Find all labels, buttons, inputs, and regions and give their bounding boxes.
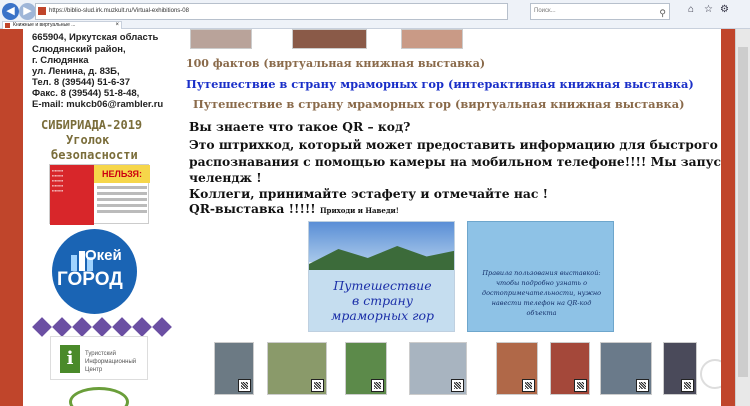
qr-intro-text: Вы знаете что такое QR – код?: [189, 119, 411, 134]
gear-icon[interactable]: ⚙: [720, 4, 729, 15]
exhibition-photo[interactable]: [292, 29, 367, 49]
search-icon[interactable]: ⚲: [659, 6, 666, 21]
rules-text: Правила пользования выставкой: чтобы под…: [481, 269, 602, 317]
tourist-info-center-logo[interactable]: i Туристский Информационный Центр: [50, 336, 148, 380]
safety-corner-title[interactable]: Уголок: [66, 133, 109, 147]
diamond-icon: [132, 317, 152, 337]
poster-red-panel: ▪▪▪▪▪▪▪▪ ▪▪▪▪▪▪▪▪ ▪▪▪▪▪▪▪▪ ▪▪▪▪▪▪▪▪ ▪▪▪▪▪▪▪▪: [50, 165, 94, 225]
qr-exhibition-line: QR-выставка !!!!! Приходи и Наведи!: [189, 201, 399, 216]
scroll-up-button[interactable]: [700, 359, 721, 389]
diamond-icon: [52, 317, 72, 337]
qr-text-line: Коллеги, принимайте эстафету и отмечайте…: [189, 186, 549, 201]
phone-line: Тел. 8 (39544) 51-6-37: [32, 77, 130, 88]
qr-exhibition-title: QR-выставка !!!!!: [189, 201, 320, 216]
poster-title-line: Путешествие: [333, 278, 432, 293]
address-line: Слюдянский район,: [32, 44, 126, 55]
tic-text: Туристский Информационный Центр: [85, 351, 137, 373]
address-line: ул. Ленина, д. 83Б,: [32, 66, 120, 77]
favorites-star-icon[interactable]: ☆: [704, 4, 713, 15]
okey-logo-word: Окей: [85, 247, 122, 264]
qr-text-line: распознавания с помощью камеры на мобиль…: [189, 154, 721, 169]
poster-list: [97, 186, 147, 216]
qr-code-icon: [238, 379, 251, 392]
object-photo[interactable]: [345, 342, 387, 395]
qr-exhibition-slogan: Приходи и Наведи!: [319, 206, 399, 215]
object-photo[interactable]: [496, 342, 538, 395]
scrollbar-thumb[interactable]: [738, 47, 748, 377]
address-line: г. Слюдянка: [32, 55, 89, 66]
qr-text-line: челендж !: [189, 170, 262, 185]
exhibition-rules-poster[interactable]: Правила пользования выставкой: чтобы под…: [467, 221, 614, 332]
address-bar[interactable]: https://biblio-slud.irk.muzkult.ru/Virtu…: [35, 3, 508, 20]
page-content: 665904, Иркутская область Слюдянский рай…: [23, 29, 721, 406]
object-photo[interactable]: [267, 342, 327, 395]
address-line: 665904, Иркутская область: [32, 32, 159, 43]
object-photo[interactable]: [409, 342, 467, 395]
poster-title-line: мраморных гор: [331, 308, 434, 323]
tab-title: Книжные и виртуальные ...: [13, 22, 76, 28]
tab-favicon-icon: [5, 23, 10, 28]
object-photo[interactable]: [550, 342, 590, 395]
qr-code-icon: [636, 379, 649, 392]
qr-code-icon: [681, 379, 694, 392]
diamond-icon: [112, 317, 132, 337]
browser-toolbar: ◀ ▶ https://biblio-slud.irk.muzkult.ru/V…: [0, 0, 750, 29]
partner-badge-logo[interactable]: [69, 387, 129, 406]
sidebar: 665904, Иркутская область Слюдянский рай…: [23, 29, 183, 406]
object-photo[interactable]: [600, 342, 652, 395]
qr-code-icon: [451, 379, 464, 392]
exhibition-photo[interactable]: [190, 29, 252, 49]
page-scrollbar[interactable]: [735, 29, 750, 406]
qr-code-icon: [371, 379, 384, 392]
home-icon[interactable]: ⌂: [688, 4, 694, 15]
url-text: https://biblio-slud.irk.muzkult.ru/Virtu…: [49, 8, 189, 14]
tab-active[interactable]: Книжные и виртуальные ... ×: [2, 21, 122, 29]
poster-title: Путешествие в страну мраморных гор: [309, 278, 454, 323]
email-line[interactable]: E-mail: mukcb06@rambler.ru: [32, 99, 163, 110]
link-100-facts[interactable]: 100 фактов (виртуальная книжная выставка…: [186, 57, 485, 70]
qr-code-icon: [522, 379, 535, 392]
link-interactive-exhibition[interactable]: Путешествие в страну мраморных гор (инте…: [186, 77, 694, 91]
safety-corner-subtitle[interactable]: безопасности: [51, 148, 138, 162]
qr-text-line: Это штрихкод, который может предоставить…: [189, 137, 718, 152]
poster-warning-text: НЕЛЬЗЯ:: [94, 165, 150, 183]
search-placeholder: Поиск...: [534, 8, 556, 14]
diamond-icon: [32, 317, 52, 337]
poster-red-text: ▪▪▪▪▪▪▪▪ ▪▪▪▪▪▪▪▪ ▪▪▪▪▪▪▪▪ ▪▪▪▪▪▪▪▪ ▪▪▪▪▪▪▪▪: [52, 168, 64, 193]
tab-close-icon[interactable]: ×: [115, 22, 119, 29]
object-photo[interactable]: [214, 342, 254, 395]
sibiriada-title[interactable]: СИБИРИАДА-2019: [41, 118, 142, 132]
gorod-logo-word: ГОРОД: [57, 269, 123, 290]
qr-code-icon: [574, 379, 587, 392]
info-i-icon: i: [60, 345, 80, 373]
back-icon[interactable]: ◀: [2, 3, 19, 20]
link-virtual-exhibition[interactable]: Путешествие в страну мраморных гор (вирт…: [193, 97, 684, 111]
marble-mountains-poster[interactable]: Путешествие в страну мраморных гор: [308, 221, 455, 332]
diamond-icon: [152, 317, 172, 337]
object-photo[interactable]: [663, 342, 697, 395]
browser-search-input[interactable]: Поиск... ⚲: [530, 3, 670, 20]
poster-title-line: в страну: [351, 293, 414, 308]
safety-poster-image[interactable]: ▪▪▪▪▪▪▪▪ ▪▪▪▪▪▪▪▪ ▪▪▪▪▪▪▪▪ ▪▪▪▪▪▪▪▪ ▪▪▪▪▪▪▪▪…: [49, 164, 150, 225]
qr-code-icon: [311, 379, 324, 392]
exhibition-photo[interactable]: [401, 29, 463, 49]
site-favicon-icon: [38, 7, 46, 15]
fax-line: Факс. 8 (39544) 51-8-48,: [32, 88, 140, 99]
diamond-icon: [92, 317, 112, 337]
forward-icon[interactable]: ▶: [19, 3, 36, 20]
diamond-icon: [72, 317, 92, 337]
